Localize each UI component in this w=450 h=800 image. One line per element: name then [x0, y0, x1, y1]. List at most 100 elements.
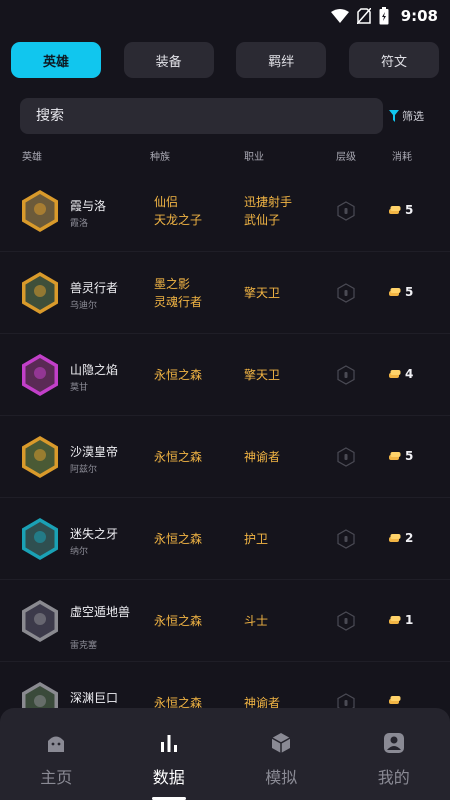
wifi-icon	[330, 9, 349, 23]
nav-home[interactable]: 主页	[0, 708, 113, 800]
tab-traits[interactable]: 羁绊	[236, 42, 327, 78]
class-label: 神谕者	[244, 696, 281, 708]
hero-row[interactable]: 山隐之焰 莫甘 永恒之森 擎天卫 4	[0, 334, 450, 416]
hero-classes: 护卫	[244, 530, 268, 548]
gold-coin-icon	[389, 369, 401, 378]
cost-value: 5	[405, 202, 414, 217]
hero-subname: 霞洛	[70, 219, 89, 229]
tier-hex-icon	[337, 282, 355, 303]
gold-coin-icon	[389, 615, 401, 624]
tab-items[interactable]: 装备	[123, 42, 214, 78]
trait-label: 墨之影	[154, 277, 191, 291]
hero-traits: 永恒之森	[154, 694, 202, 708]
hero-row[interactable]: 迷失之牙 纳尔 永恒之森 护卫 2	[0, 498, 450, 580]
trait-label: 天龙之子	[154, 213, 203, 227]
hero-classes: 迅捷射手 武仙子	[244, 193, 292, 229]
clock: 9:08	[400, 7, 438, 25]
home-icon	[48, 736, 65, 752]
battery-icon	[379, 7, 389, 25]
bottom-nav: 主页 数据 模拟 我的	[0, 708, 450, 800]
filter-button[interactable]: 筛选	[389, 108, 424, 124]
hero-name: 霞与洛	[70, 199, 107, 213]
search-input[interactable]	[20, 98, 383, 134]
nav-profile-label: 我的	[377, 768, 410, 787]
hero-row[interactable]: 沙漠皇帝 阿兹尔 永恒之森 神谕者 5	[0, 416, 450, 498]
hero-cost: 1	[388, 613, 413, 627]
filter-label: 筛选	[402, 110, 424, 123]
tab-heroes[interactable]: 英雄	[11, 42, 101, 78]
cost-value: 5	[405, 448, 414, 463]
hero-row[interactable]: 兽灵行者 乌迪尔 墨之影 灵魂行者 擎天卫 5	[0, 252, 450, 334]
category-tabs: 英雄 装备 羁绊 符文	[11, 42, 439, 78]
class-label: 护卫	[244, 532, 269, 546]
hero-traits: 墨之影 灵魂行者	[154, 275, 202, 311]
hero-subname: 雷克塞	[70, 641, 98, 651]
hero-portrait[interactable]	[20, 189, 60, 233]
hero-cost: 4	[388, 367, 413, 381]
hero-row[interactable]: 深渊巨口 克格莫 永恒之森神谕者	[0, 662, 450, 708]
tier-hex-icon	[337, 364, 355, 385]
hero-portrait[interactable]	[20, 517, 60, 561]
tier-hex-icon	[337, 200, 355, 221]
hero-name: 虚空遁地兽	[70, 605, 131, 619]
trait-label: 永恒之森	[154, 450, 203, 464]
tier-hex-icon	[337, 446, 355, 467]
hero-portrait[interactable]	[20, 599, 60, 643]
hero-portrait[interactable]	[20, 271, 60, 315]
nav-data-label: 数据	[152, 768, 185, 787]
trait-label: 仙侣	[154, 195, 179, 209]
tier-hex-icon	[337, 692, 355, 708]
hero-traits: 永恒之森	[154, 366, 202, 384]
col-cost[interactable]: 消耗	[392, 148, 412, 163]
cost-value: 4	[405, 366, 414, 381]
trait-label: 永恒之森	[154, 614, 203, 628]
col-hero[interactable]: 英雄	[22, 148, 42, 163]
tab-runes[interactable]: 符文	[348, 42, 439, 78]
hero-cost: 5	[388, 449, 413, 463]
class-label: 斗士	[244, 614, 269, 628]
filter-icon	[389, 110, 399, 122]
hero-list: 霞与洛 霞洛 仙侣 天龙之子 迅捷射手 武仙子 5 兽灵行者 乌迪尔 墨之影 灵魂行者擎…	[0, 170, 450, 708]
no-sim-icon	[356, 8, 371, 24]
status-bar: 9:08	[0, 0, 450, 32]
gold-coin-icon	[389, 451, 401, 460]
hero-portrait[interactable]	[20, 681, 60, 709]
hero-subname: 纳尔	[70, 547, 89, 557]
cube-icon	[271, 733, 291, 753]
tier-hex-icon	[337, 610, 355, 631]
hero-cost: 5	[388, 203, 413, 217]
hero-classes: 神谕者	[244, 694, 280, 708]
profile-icon	[383, 733, 404, 753]
gold-coin-icon	[389, 533, 401, 542]
hero-traits: 仙侣 天龙之子	[154, 193, 202, 229]
hero-traits: 永恒之森	[154, 612, 202, 630]
hero-classes: 擎天卫	[244, 284, 280, 302]
hero-subname: 莫甘	[70, 383, 89, 393]
hero-name: 深渊巨口	[70, 691, 119, 705]
col-trait[interactable]: 种族	[150, 148, 170, 163]
class-label: 神谕者	[244, 450, 281, 464]
nav-profile[interactable]: 我的	[338, 708, 450, 800]
class-label: 武仙子	[244, 213, 281, 227]
hero-name: 沙漠皇帝	[70, 445, 119, 459]
col-tier[interactable]: 层级	[336, 148, 356, 163]
hero-cost: 2	[388, 531, 413, 545]
hero-row[interactable]: 霞与洛 霞洛 仙侣天龙之子 迅捷射手 武仙子 5	[0, 170, 450, 252]
trait-label: 永恒之森	[154, 532, 203, 546]
gold-coin-icon	[389, 287, 401, 296]
hero-portrait[interactable]	[20, 353, 60, 397]
hero-classes: 神谕者	[244, 448, 280, 466]
gold-coin-icon	[389, 695, 401, 704]
hero-name: 兽灵行者	[70, 281, 119, 295]
tier-hex-icon	[337, 528, 355, 549]
class-label: 擎天卫	[244, 368, 281, 382]
hero-row[interactable]: 虚空遁地兽 雷克塞 永恒之森 斗士 1	[0, 580, 450, 662]
nav-data[interactable]: 数据	[113, 708, 226, 800]
hero-portrait[interactable]	[20, 435, 60, 479]
chart-icon	[160, 735, 177, 752]
hero-subname: 乌迪尔	[70, 301, 98, 311]
nav-simulate[interactable]: 模拟	[225, 708, 338, 800]
hero-cost: 5	[388, 285, 413, 299]
col-class[interactable]: 职业	[244, 148, 264, 163]
cost-value: 2	[405, 530, 414, 545]
